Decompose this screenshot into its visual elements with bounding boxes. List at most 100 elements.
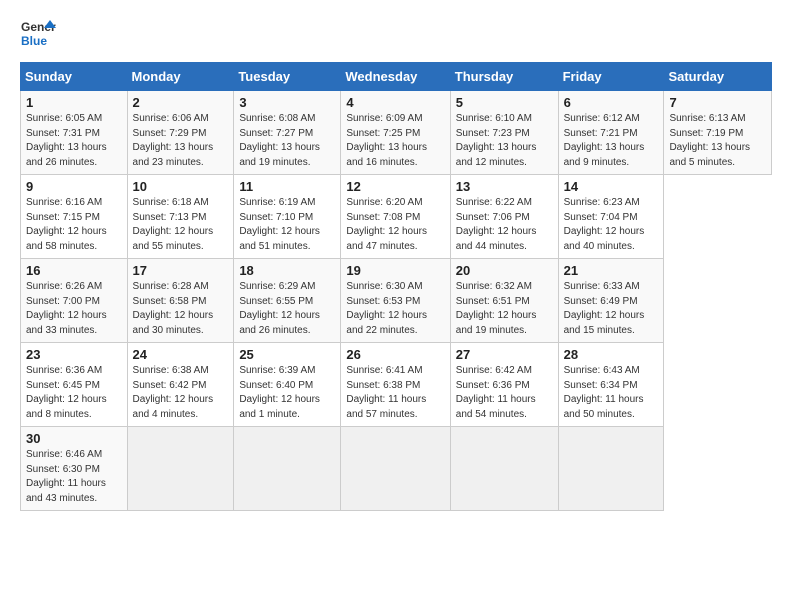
day-detail: Sunrise: 6:16 AMSunset: 7:15 PMDaylight:… — [26, 196, 122, 254]
calendar-table: SundayMondayTuesdayWednesdayThursdayFrid… — [20, 62, 772, 511]
day-number: 19 — [346, 263, 444, 278]
calendar-cell: 24 Sunrise: 6:38 AMSunset: 6:42 PMDayligh… — [127, 343, 234, 427]
day-number: 18 — [239, 263, 335, 278]
day-detail: Sunrise: 6:43 AMSunset: 6:34 PMDaylight:… — [564, 364, 659, 422]
calendar-cell: 5 Sunrise: 6:10 AMSunset: 7:23 PMDaylight… — [450, 91, 558, 175]
day-detail: Sunrise: 6:41 AMSunset: 6:38 PMDaylight:… — [346, 364, 444, 422]
calendar-cell: 16 Sunrise: 6:26 AMSunset: 7:00 PMDayligh… — [21, 259, 128, 343]
calendar-cell — [127, 427, 234, 511]
calendar-cell — [558, 427, 664, 511]
col-header-thursday: Thursday — [450, 63, 558, 91]
week-row-3: 16 Sunrise: 6:26 AMSunset: 7:00 PMDayligh… — [21, 259, 772, 343]
calendar-cell: 12 Sunrise: 6:20 AMSunset: 7:08 PMDayligh… — [341, 175, 450, 259]
day-number: 9 — [26, 179, 122, 194]
day-number: 11 — [239, 179, 335, 194]
day-number: 3 — [239, 95, 335, 110]
day-number: 30 — [26, 431, 122, 446]
day-detail: Sunrise: 6:36 AMSunset: 6:45 PMDaylight:… — [26, 364, 122, 422]
day-detail: Sunrise: 6:23 AMSunset: 7:04 PMDaylight:… — [564, 196, 659, 254]
calendar-cell — [341, 427, 450, 511]
day-detail: Sunrise: 6:20 AMSunset: 7:08 PMDaylight:… — [346, 196, 444, 254]
day-number: 27 — [456, 347, 553, 362]
calendar-cell: 10 Sunrise: 6:18 AMSunset: 7:13 PMDayligh… — [127, 175, 234, 259]
calendar-cell: 17 Sunrise: 6:28 AMSunset: 6:58 PMDayligh… — [127, 259, 234, 343]
day-number: 6 — [564, 95, 659, 110]
day-number: 20 — [456, 263, 553, 278]
calendar-cell: 26 Sunrise: 6:41 AMSunset: 6:38 PMDayligh… — [341, 343, 450, 427]
day-number: 7 — [669, 95, 766, 110]
week-row-5: 30 Sunrise: 6:46 AMSunset: 6:30 PMDayligh… — [21, 427, 772, 511]
calendar-cell: 9 Sunrise: 6:16 AMSunset: 7:15 PMDaylight… — [21, 175, 128, 259]
week-row-4: 23 Sunrise: 6:36 AMSunset: 6:45 PMDayligh… — [21, 343, 772, 427]
calendar-cell: 4 Sunrise: 6:09 AMSunset: 7:25 PMDaylight… — [341, 91, 450, 175]
day-number: 21 — [564, 263, 659, 278]
week-row-1: 1 Sunrise: 6:05 AMSunset: 7:31 PMDaylight… — [21, 91, 772, 175]
header: General Blue — [20, 16, 772, 52]
calendar-cell: 20 Sunrise: 6:32 AMSunset: 6:51 PMDayligh… — [450, 259, 558, 343]
day-detail: Sunrise: 6:05 AMSunset: 7:31 PMDaylight:… — [26, 112, 122, 170]
col-header-sunday: Sunday — [21, 63, 128, 91]
calendar-cell: 23 Sunrise: 6:36 AMSunset: 6:45 PMDayligh… — [21, 343, 128, 427]
day-number: 23 — [26, 347, 122, 362]
day-number: 12 — [346, 179, 444, 194]
day-number: 14 — [564, 179, 659, 194]
logo-svg: General Blue — [20, 16, 56, 52]
day-number: 17 — [133, 263, 229, 278]
calendar-cell: 30 Sunrise: 6:46 AMSunset: 6:30 PMDayligh… — [21, 427, 128, 511]
calendar-cell — [234, 427, 341, 511]
calendar-cell: 6Sunrise: 6:12 AMSunset: 7:21 PMDaylight… — [558, 91, 664, 175]
col-header-tuesday: Tuesday — [234, 63, 341, 91]
day-detail: Sunrise: 6:13 AMSunset: 7:19 PMDaylight:… — [669, 112, 766, 170]
day-detail: Sunrise: 6:18 AMSunset: 7:13 PMDaylight:… — [133, 196, 229, 254]
col-header-wednesday: Wednesday — [341, 63, 450, 91]
day-number: 26 — [346, 347, 444, 362]
col-header-monday: Monday — [127, 63, 234, 91]
logo: General Blue — [20, 16, 56, 52]
col-header-saturday: Saturday — [664, 63, 772, 91]
page-container: General Blue SundayMondayTuesdayWednesda… — [0, 0, 792, 521]
calendar-cell: 3Sunrise: 6:08 AMSunset: 7:27 PMDaylight… — [234, 91, 341, 175]
day-detail: Sunrise: 6:06 AMSunset: 7:29 PMDaylight:… — [133, 112, 229, 170]
day-number: 10 — [133, 179, 229, 194]
day-detail: Sunrise: 6:46 AMSunset: 6:30 PMDaylight:… — [26, 448, 122, 506]
calendar-cell: 1 Sunrise: 6:05 AMSunset: 7:31 PMDaylight… — [21, 91, 128, 175]
day-detail: Sunrise: 6:33 AMSunset: 6:49 PMDaylight:… — [564, 280, 659, 338]
calendar-cell: 7 Sunrise: 6:13 AMSunset: 7:19 PMDaylight… — [664, 91, 772, 175]
calendar-cell: 19 Sunrise: 6:30 AMSunset: 6:53 PMDayligh… — [341, 259, 450, 343]
day-detail: Sunrise: 6:42 AMSunset: 6:36 PMDaylight:… — [456, 364, 553, 422]
day-number: 4 — [346, 95, 444, 110]
calendar-cell — [450, 427, 558, 511]
day-number: 5 — [456, 95, 553, 110]
day-detail: Sunrise: 6:29 AMSunset: 6:55 PMDaylight:… — [239, 280, 335, 338]
day-number: 1 — [26, 95, 122, 110]
day-detail: Sunrise: 6:26 AMSunset: 7:00 PMDaylight:… — [26, 280, 122, 338]
calendar-cell: 18 Sunrise: 6:29 AMSunset: 6:55 PMDayligh… — [234, 259, 341, 343]
calendar-cell: 25 Sunrise: 6:39 AMSunset: 6:40 PMDayligh… — [234, 343, 341, 427]
calendar-cell: 27 Sunrise: 6:42 AMSunset: 6:36 PMDayligh… — [450, 343, 558, 427]
day-detail: Sunrise: 6:32 AMSunset: 6:51 PMDaylight:… — [456, 280, 553, 338]
svg-text:Blue: Blue — [21, 34, 47, 48]
day-detail: Sunrise: 6:09 AMSunset: 7:25 PMDaylight:… — [346, 112, 444, 170]
day-number: 24 — [133, 347, 229, 362]
day-detail: Sunrise: 6:10 AMSunset: 7:23 PMDaylight:… — [456, 112, 553, 170]
day-detail: Sunrise: 6:38 AMSunset: 6:42 PMDaylight:… — [133, 364, 229, 422]
calendar-cell: 13 Sunrise: 6:22 AMSunset: 7:06 PMDayligh… — [450, 175, 558, 259]
day-detail: Sunrise: 6:28 AMSunset: 6:58 PMDaylight:… — [133, 280, 229, 338]
day-number: 2 — [133, 95, 229, 110]
day-number: 16 — [26, 263, 122, 278]
calendar-cell: 2 Sunrise: 6:06 AMSunset: 7:29 PMDaylight… — [127, 91, 234, 175]
day-detail: Sunrise: 6:30 AMSunset: 6:53 PMDaylight:… — [346, 280, 444, 338]
day-detail: Sunrise: 6:22 AMSunset: 7:06 PMDaylight:… — [456, 196, 553, 254]
calendar-cell: 14 Sunrise: 6:23 AMSunset: 7:04 PMDayligh… — [558, 175, 664, 259]
calendar-cell: 21 Sunrise: 6:33 AMSunset: 6:49 PMDayligh… — [558, 259, 664, 343]
col-header-friday: Friday — [558, 63, 664, 91]
day-number: 25 — [239, 347, 335, 362]
header-row: SundayMondayTuesdayWednesdayThursdayFrid… — [21, 63, 772, 91]
day-detail: Sunrise: 6:19 AMSunset: 7:10 PMDaylight:… — [239, 196, 335, 254]
day-number: 28 — [564, 347, 659, 362]
week-row-2: 9 Sunrise: 6:16 AMSunset: 7:15 PMDaylight… — [21, 175, 772, 259]
day-number: 13 — [456, 179, 553, 194]
calendar-cell: 28 Sunrise: 6:43 AMSunset: 6:34 PMDayligh… — [558, 343, 664, 427]
day-detail: Sunrise: 6:39 AMSunset: 6:40 PMDaylight:… — [239, 364, 335, 422]
calendar-cell: 11 Sunrise: 6:19 AMSunset: 7:10 PMDayligh… — [234, 175, 341, 259]
